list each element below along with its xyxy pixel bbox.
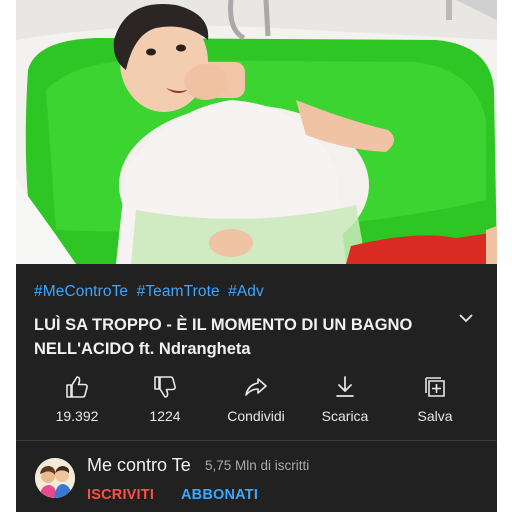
share-label: Condividi bbox=[227, 408, 285, 424]
like-count: 19.392 bbox=[55, 408, 99, 424]
share-icon bbox=[245, 378, 267, 396]
subscribe-button[interactable]: ISCRIVITI bbox=[87, 487, 154, 503]
divider bbox=[16, 440, 497, 441]
video-title: LUÌ SA TROPPO - È IL MOMENTO DI UN BAGNO… bbox=[34, 316, 413, 358]
hashtag-link[interactable]: #MeControTe bbox=[34, 283, 128, 300]
chevron-down-icon[interactable] bbox=[457, 309, 475, 327]
add-to-playlist-icon bbox=[425, 377, 445, 397]
thumbs-up-icon bbox=[66, 376, 88, 398]
share-button[interactable]: Condividi bbox=[211, 370, 301, 424]
action-bar: 19.392 1224 Condividi Scarica Salva bbox=[16, 370, 497, 432]
hashtag-link[interactable]: #TeamTrote bbox=[137, 283, 220, 300]
video-player[interactable] bbox=[16, 0, 497, 264]
dislike-count: 1224 bbox=[149, 408, 181, 424]
download-icon bbox=[336, 376, 354, 397]
video-page: #MeControTe #TeamTrote #Adv LUÌ SA TROPP… bbox=[16, 0, 497, 512]
channel-name[interactable]: Me contro Te bbox=[87, 455, 191, 476]
download-button[interactable]: Scarica bbox=[300, 370, 390, 424]
hashtag-list: #MeControTe #TeamTrote #Adv bbox=[34, 283, 268, 301]
join-button[interactable]: ABBONATI bbox=[181, 487, 258, 503]
video-frame-image bbox=[16, 0, 497, 264]
subscriber-count: 5,75 Mln di iscritti bbox=[205, 458, 310, 473]
thumbs-down-icon bbox=[154, 376, 176, 398]
save-label: Salva bbox=[417, 408, 453, 424]
dislike-button[interactable]: 1224 bbox=[120, 370, 210, 424]
download-label: Scarica bbox=[321, 408, 369, 424]
hashtag-link[interactable]: #Adv bbox=[228, 283, 264, 300]
avatar-image bbox=[35, 458, 75, 498]
channel-avatar[interactable] bbox=[35, 458, 75, 498]
like-button[interactable]: 19.392 bbox=[32, 370, 122, 424]
save-button[interactable]: Salva bbox=[390, 370, 480, 424]
